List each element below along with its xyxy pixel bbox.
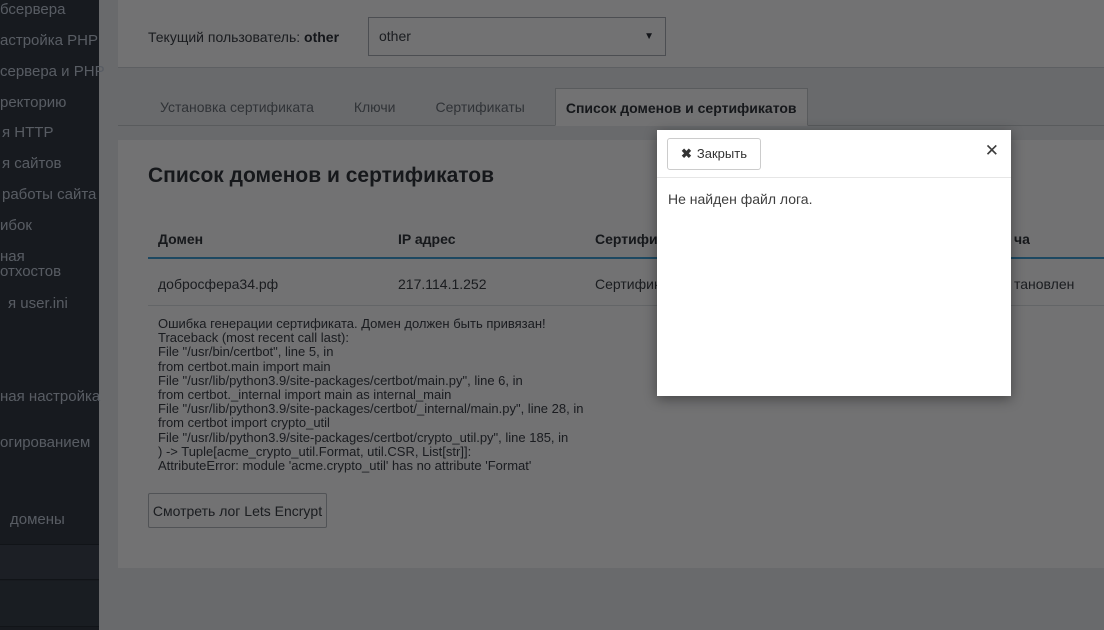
log-modal: ✖ Закрыть ✕ Не найден файл лога. xyxy=(657,130,1011,396)
app-screen: бсервера астройка PHP сервера и PHP рект… xyxy=(0,0,1104,630)
modal-body-text: Не найден файл лога. xyxy=(657,178,1011,220)
modal-close-button[interactable]: ✖ Закрыть xyxy=(667,138,761,170)
modal-header: ✖ Закрыть ✕ xyxy=(657,130,1011,178)
modal-close-button-label: Закрыть xyxy=(697,146,747,161)
modal-corner-close-icon[interactable]: ✕ xyxy=(985,142,999,159)
close-x-icon: ✖ xyxy=(681,146,692,161)
